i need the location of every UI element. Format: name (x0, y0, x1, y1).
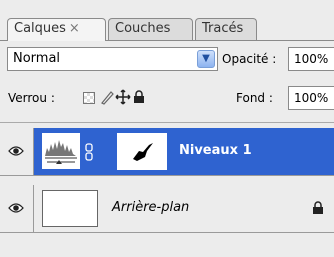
fill-input[interactable]: 100% (288, 86, 334, 110)
layer-name[interactable]: Arrière-plan (112, 198, 189, 218)
layer-row-niveaux[interactable]: Niveaux 1 (0, 128, 334, 176)
layer-row-background[interactable]: Arrière-plan (0, 185, 334, 233)
tab-calques-label: Calques (14, 21, 66, 36)
opacity-label: Opacité : (222, 52, 277, 66)
blend-mode-select[interactable]: Normal ▼ (7, 47, 218, 71)
tab-couches[interactable]: Couches (108, 18, 193, 40)
lock-label: Verrou : (8, 91, 55, 105)
opacity-value: 100% (294, 52, 329, 66)
adjustment-icon[interactable] (42, 133, 80, 169)
layers-top-divider (0, 122, 334, 123)
layer-name[interactable]: Niveaux 1 (179, 141, 252, 161)
tab-couches-label: Couches (115, 21, 171, 36)
visibility-toggle[interactable] (0, 185, 34, 232)
close-icon[interactable]: × (69, 21, 80, 36)
blend-row: Normal ▼ Opacité : 100% (0, 47, 334, 73)
layer-mask-thumbnail[interactable] (117, 133, 167, 170)
tab-traces-label: Tracés (202, 21, 244, 36)
lock-all-icon[interactable] (133, 90, 145, 107)
panel-tabs: Calques × Couches Tracés (0, 0, 334, 41)
opacity-input[interactable]: 100% (288, 47, 334, 71)
blend-mode-value: Normal (13, 51, 61, 66)
chevron-down-icon[interactable]: ▼ (197, 50, 215, 68)
fill-label: Fond : (236, 91, 273, 105)
eye-icon (8, 146, 24, 156)
lock-transparency-icon[interactable] (83, 92, 95, 104)
lock-icon (312, 201, 324, 218)
eye-icon (8, 203, 24, 213)
lock-position-icon[interactable] (115, 89, 131, 108)
visibility-toggle[interactable] (0, 128, 34, 175)
link-icon[interactable] (85, 142, 93, 162)
tab-calques[interactable]: Calques × (7, 18, 106, 41)
tab-traces[interactable]: Tracés (195, 18, 257, 40)
lock-pixels-icon[interactable] (99, 89, 115, 108)
layer-thumbnail[interactable] (42, 190, 98, 227)
lock-row: Verrou : Fond : 100% (0, 86, 334, 112)
fill-value: 100% (294, 91, 329, 105)
